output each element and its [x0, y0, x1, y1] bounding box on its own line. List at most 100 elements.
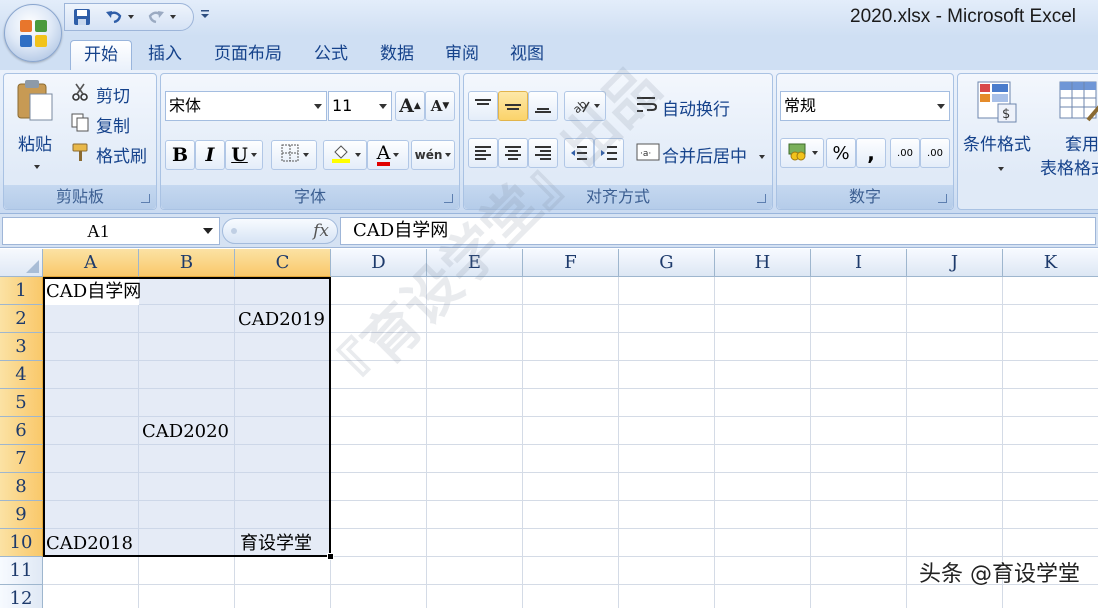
- save-icon[interactable]: [71, 7, 93, 27]
- align-middle-icon: [505, 104, 521, 110]
- accounting-format-button[interactable]: [780, 138, 824, 168]
- borders-button[interactable]: [271, 140, 317, 170]
- bold-button[interactable]: B: [165, 140, 195, 170]
- office-logo-icon: [20, 20, 48, 48]
- cell-c2[interactable]: CAD2019: [238, 305, 325, 333]
- table-format-icon: [1058, 80, 1098, 130]
- shrink-font-button[interactable]: A ▼: [425, 91, 455, 121]
- undo-dropdown-icon[interactable]: [123, 7, 135, 27]
- table-format-line2[interactable]: 表格格式: [1040, 154, 1098, 179]
- number-group-label: 数字: [777, 185, 953, 209]
- chevron-down-icon: [302, 153, 309, 157]
- column-header-j[interactable]: J: [907, 249, 1003, 277]
- row-header-6[interactable]: 6: [0, 417, 43, 445]
- align-middle-button[interactable]: [498, 91, 528, 121]
- office-button[interactable]: [4, 4, 62, 62]
- row-header-9[interactable]: 9: [0, 501, 43, 529]
- cut-icon: [70, 82, 90, 106]
- merge-dropdown-icon[interactable]: [756, 148, 765, 163]
- merge-center-button[interactable]: 合并后居中: [662, 142, 747, 167]
- chevron-down-icon: [250, 153, 257, 157]
- row-header-10[interactable]: 10: [0, 529, 43, 557]
- row-header-2[interactable]: 2: [0, 305, 43, 333]
- row-header-11[interactable]: 11: [0, 557, 43, 585]
- clipboard-launcher-icon[interactable]: [141, 194, 150, 203]
- number-launcher-icon[interactable]: [938, 194, 947, 203]
- paste-icon[interactable]: [14, 78, 56, 122]
- redo-icon[interactable]: [145, 7, 167, 27]
- row-header-8[interactable]: 8: [0, 473, 43, 501]
- font-color-button[interactable]: A: [367, 140, 409, 170]
- tab-page-layout[interactable]: 页面布局: [206, 40, 290, 70]
- column-header-c[interactable]: C: [235, 249, 331, 277]
- increase-decimal-icon: .00: [897, 147, 913, 159]
- select-all-button[interactable]: [0, 249, 43, 277]
- tab-review[interactable]: 审阅: [437, 40, 487, 70]
- cut-button[interactable]: 剪切: [96, 82, 130, 107]
- number-format-combo[interactable]: 常规: [780, 91, 950, 121]
- font-size-combo[interactable]: 11: [328, 91, 392, 121]
- row-header-5[interactable]: 5: [0, 389, 43, 417]
- cell-a1[interactable]: CAD自学网: [46, 277, 141, 305]
- tab-home[interactable]: 开始: [70, 40, 132, 70]
- column-header-k[interactable]: K: [1003, 249, 1098, 277]
- cell-b6[interactable]: CAD2020: [142, 417, 229, 445]
- column-header-i[interactable]: I: [811, 249, 907, 277]
- font-launcher-icon[interactable]: [444, 194, 453, 203]
- format-painter-button[interactable]: 格式刷: [96, 142, 147, 167]
- watermark-corner: 头条 @育设学堂: [919, 562, 1080, 587]
- redo-dropdown-icon[interactable]: [165, 7, 177, 27]
- column-header-g[interactable]: G: [619, 249, 715, 277]
- align-top-button[interactable]: [468, 91, 498, 121]
- increase-decimal-button[interactable]: .00: [890, 138, 920, 168]
- conditional-format-dropdown-icon[interactable]: [995, 160, 1004, 175]
- alignment-launcher-icon[interactable]: [757, 194, 766, 203]
- grow-font-button[interactable]: A ▲: [395, 91, 425, 121]
- svg-text:$: $: [1002, 107, 1010, 122]
- chevron-down-icon: [811, 151, 818, 155]
- column-header-b[interactable]: B: [139, 249, 235, 277]
- copy-icon: [70, 112, 90, 136]
- font-name-value: 宋体: [169, 96, 202, 115]
- undo-icon[interactable]: [103, 7, 125, 27]
- paste-dropdown-icon[interactable]: [31, 158, 40, 173]
- fill-handle[interactable]: [327, 553, 334, 560]
- percent-button[interactable]: %: [826, 138, 856, 168]
- column-header-h[interactable]: H: [715, 249, 811, 277]
- row-header-7[interactable]: 7: [0, 445, 43, 473]
- copy-button[interactable]: 复制: [96, 112, 130, 137]
- insert-function-icon[interactable]: fx: [313, 221, 329, 241]
- customize-qat-icon[interactable]: [200, 8, 210, 22]
- tab-formulas[interactable]: 公式: [306, 40, 356, 70]
- conditional-format-button[interactable]: 条件格式: [963, 130, 1031, 155]
- name-box[interactable]: A1: [2, 217, 220, 245]
- italic-button[interactable]: I: [195, 140, 225, 170]
- row-header-12[interactable]: 12: [0, 585, 43, 608]
- row-header-3[interactable]: 3: [0, 333, 43, 361]
- fill-color-button[interactable]: [323, 140, 367, 170]
- comma-button[interactable]: ,: [856, 138, 886, 168]
- row-header-1[interactable]: 1: [0, 277, 43, 305]
- tab-insert[interactable]: 插入: [140, 40, 190, 70]
- font-name-combo[interactable]: 宋体: [165, 91, 327, 121]
- resize-handle[interactable]: [231, 228, 237, 234]
- chevron-down-icon: [354, 153, 361, 157]
- font-color-icon: A: [376, 142, 391, 166]
- underline-button[interactable]: U: [225, 140, 263, 170]
- align-left-button[interactable]: [468, 138, 498, 168]
- font-size-value: 11: [332, 96, 353, 115]
- table-format-line1[interactable]: 套用: [1065, 130, 1098, 155]
- row-header-4[interactable]: 4: [0, 361, 43, 389]
- cell-a10[interactable]: CAD2018: [46, 529, 133, 557]
- styles-group: $ 条件格式 套用 表格格式: [957, 73, 1098, 210]
- decrease-decimal-button[interactable]: .00: [920, 138, 950, 168]
- column-header-a[interactable]: A: [43, 249, 139, 277]
- column-header-f[interactable]: F: [523, 249, 619, 277]
- chevron-down-icon[interactable]: [203, 228, 213, 234]
- cell-c10[interactable]: 育设学堂: [240, 529, 312, 557]
- tab-view[interactable]: 视图: [502, 40, 552, 70]
- paste-button[interactable]: 粘贴: [18, 130, 52, 155]
- phonetic-button[interactable]: wén: [411, 140, 455, 170]
- decrease-decimal-icon: .00: [927, 147, 943, 159]
- tab-data[interactable]: 数据: [372, 40, 422, 70]
